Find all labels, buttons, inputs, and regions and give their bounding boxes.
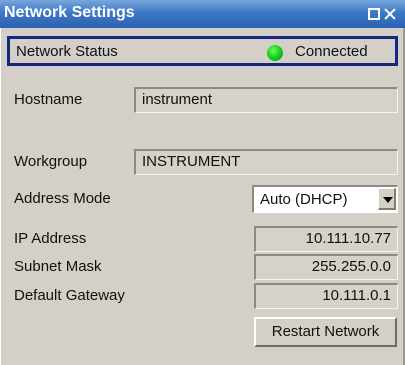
ip-address-label: IP Address <box>14 230 87 247</box>
subnet-mask-label: Subnet Mask <box>14 258 102 275</box>
network-status-value: Connected <box>295 43 368 60</box>
address-mode-value: Auto (DHCP) <box>260 191 348 208</box>
network-status-label: Network Status <box>16 43 118 60</box>
workgroup-field[interactable]: INSTRUMENT <box>134 149 398 175</box>
maximize-icon[interactable] <box>368 8 380 20</box>
hostname-field[interactable]: instrument <box>134 87 398 113</box>
title-bar: Network Settings <box>0 0 405 28</box>
ip-address-field: 10.111.10.77 <box>254 226 398 252</box>
close-icon[interactable] <box>384 8 396 20</box>
address-mode-label: Address Mode <box>14 190 111 207</box>
address-mode-select[interactable]: Auto (DHCP) <box>252 185 398 213</box>
chevron-down-icon[interactable] <box>378 188 396 210</box>
default-gateway-field: 10.111.0.1 <box>254 283 398 309</box>
window-title: Network Settings <box>4 4 135 21</box>
default-gateway-label: Default Gateway <box>14 287 125 304</box>
subnet-mask-field: 255.255.0.0 <box>254 254 398 280</box>
network-status-panel: Network Status Connected <box>7 36 398 66</box>
status-led-icon <box>267 45 283 61</box>
workgroup-label: Workgroup <box>14 153 88 170</box>
restart-network-button[interactable]: Restart Network <box>254 317 397 347</box>
hostname-label: Hostname <box>14 91 83 108</box>
